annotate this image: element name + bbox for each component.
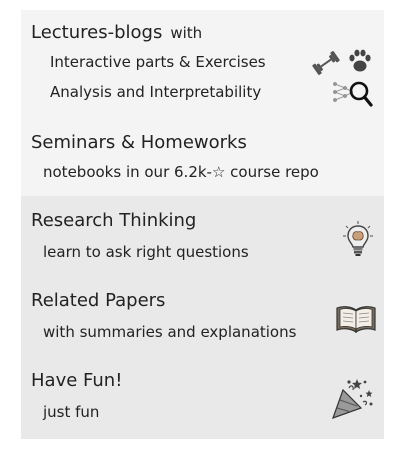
section-seminars: Seminars & Homeworks notebooks in our 6.… (21, 128, 384, 194)
party-popper-icon (331, 376, 375, 424)
section-research: Research Thinking learn to ask right que… (21, 206, 384, 276)
magnifier-network-icon (331, 78, 375, 112)
lectures-title-suffix: with (170, 24, 203, 42)
lectures-title: Lectures-blogs (31, 22, 163, 43)
open-book-icon (335, 304, 377, 338)
fun-title: Have Fun! (31, 370, 123, 391)
paw-icon (346, 47, 374, 79)
section-papers: Related Papers with summaries and explan… (21, 286, 384, 356)
seminars-title: Seminars & Homeworks (31, 132, 247, 153)
seminars-line-notebooks: notebooks in our 6.2k-☆ course repo (43, 163, 319, 181)
lightbulb-brain-icon (343, 221, 373, 261)
section-lectures: Lectures-blogs with Interactive parts & E… (21, 10, 384, 120)
section-fun: Have Fun! just fun (21, 366, 384, 438)
fun-line: just fun (43, 403, 100, 421)
lectures-line-interactive: Interactive parts & Exercises (50, 53, 266, 71)
papers-title: Related Papers (31, 290, 166, 311)
dumbbell-icon (311, 50, 341, 80)
research-title: Research Thinking (31, 210, 197, 231)
section-title: Lectures-blogs with (31, 22, 202, 43)
lectures-line-analysis: Analysis and Interpretability (50, 83, 262, 101)
papers-line: with summaries and explanations (43, 323, 297, 341)
research-line: learn to ask right questions (43, 243, 249, 261)
